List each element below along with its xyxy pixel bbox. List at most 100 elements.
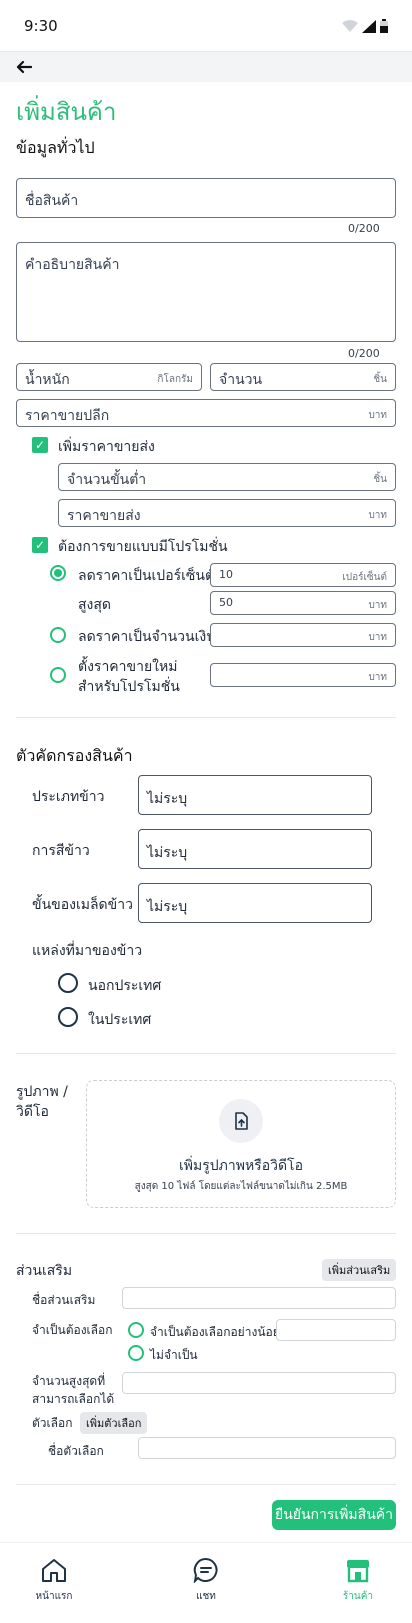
rice-type-select[interactable]: ไม่ระบุ (138, 775, 372, 815)
promo-amount-input[interactable]: บาท (210, 623, 396, 647)
page-title: เพิ่มสินค้า (16, 98, 117, 126)
status-time: 9:30 (24, 17, 58, 35)
shop-icon (347, 1560, 369, 1583)
addon-required-min-label: จำเป็นต้องเลือกอย่างน้อย (150, 1325, 280, 1339)
addon-required-label: จำเป็นต้องเลือก (32, 1323, 113, 1337)
promo-max-value: 50 (219, 596, 233, 609)
nav-home[interactable]: หน้าแรก (14, 1557, 94, 1604)
addon-required-min-input[interactable] (276, 1319, 396, 1341)
add-option-button[interactable]: เพิ่มตัวเลือก (80, 1412, 148, 1434)
promo-percent-input[interactable]: 10 เปอร์เซ็นต์ (210, 563, 396, 587)
battery-icon (380, 19, 388, 33)
quantity-unit: ชิ้น (373, 374, 387, 385)
grain-value: ไม่ระบุ (147, 899, 188, 915)
promo-newprice-radio[interactable] (50, 667, 66, 683)
addon-max-input[interactable] (122, 1372, 396, 1394)
status-bar: 9:30 (0, 0, 412, 52)
top-bar (0, 52, 412, 82)
weight-input[interactable]: น้ำหนัก กิโลกรัม (16, 363, 202, 391)
rice-type-label: ประเภทข้าว (32, 789, 105, 805)
back-arrow-icon[interactable] (16, 59, 32, 75)
chat-icon (193, 1557, 218, 1584)
min-quantity-unit: ชิ้น (373, 474, 387, 485)
status-icons (342, 19, 388, 33)
promo-newprice-unit: บาท (368, 672, 387, 683)
addon-max-label-line1: จำนวนสูงสุดที่ (32, 1374, 106, 1388)
section-divider (16, 1484, 396, 1485)
nav-home-label: หน้าแรก (35, 1591, 73, 1602)
promo-newprice-label-line1: ตั้งราคาขายใหม่ (78, 659, 178, 675)
milling-select[interactable]: ไม่ระบุ (138, 829, 372, 869)
section-divider (16, 1053, 396, 1054)
milling-value: ไม่ระบุ (147, 845, 188, 861)
product-description-input[interactable]: คำอธิบายสินค้า (16, 242, 396, 342)
promo-max-label: สูงสุด (78, 597, 112, 613)
general-section-title: ข้อมูลทั่วไป (16, 138, 95, 157)
quantity-input[interactable]: จำนวน ชิ้น (210, 363, 396, 391)
wholesale-checkbox[interactable]: ✓ (32, 437, 48, 453)
section-divider (16, 717, 396, 718)
promotion-checkbox[interactable]: ✓ (32, 537, 48, 553)
promo-percent-value: 10 (219, 568, 233, 581)
promo-max-input[interactable]: 50 บาท (210, 591, 396, 615)
home-icon (42, 1559, 66, 1582)
product-name-placeholder: ชื่อสินค้า (25, 193, 79, 209)
option-name-label: ชื่อตัวเลือก (48, 1444, 104, 1458)
promo-newprice-input[interactable]: บาท (210, 663, 396, 687)
origin-domestic-radio[interactable] (58, 1007, 78, 1027)
options-label: ตัวเลือก (32, 1416, 73, 1430)
quantity-placeholder: จำนวน (219, 372, 263, 388)
addon-optional-radio[interactable] (128, 1345, 144, 1361)
media-label-line1: รูปภาพ / (16, 1084, 68, 1100)
promo-percent-unit: เปอร์เซ็นต์ (342, 572, 387, 583)
wholesale-label: เพิ่มราคาขายส่ง (58, 439, 155, 455)
addon-required-min-radio[interactable] (128, 1322, 144, 1338)
origin-label: แหล่งที่มาของข้าว (32, 943, 143, 959)
retail-price-input[interactable]: ราคาขายปลีก บาท (16, 399, 396, 427)
upload-hint: สูงสุด 10 ไฟล์ โดยแต่ละไฟล์ขนาดไม่เกิน 2… (134, 1181, 348, 1192)
product-name-input[interactable]: ชื่อสินค้า (16, 178, 396, 218)
promo-amount-unit: บาท (368, 632, 387, 643)
addon-max-label-line2: สามารถเลือกได้ (32, 1392, 115, 1406)
wholesale-price-unit: บาท (368, 510, 387, 521)
addon-optional-label: ไม่จำเป็น (150, 1348, 198, 1362)
weight-placeholder: น้ำหนัก (25, 372, 70, 388)
upload-title: เพิ่มรูปภาพหรือวิดีโอ (178, 1158, 303, 1174)
signal-icon (362, 19, 376, 33)
wholesale-price-placeholder: ราคาขายส่ง (67, 508, 141, 524)
section-divider (16, 1233, 396, 1234)
nav-chat[interactable]: แชท (166, 1557, 246, 1604)
promo-amount-label: ลดราคาเป็นจำนวนเงิน (78, 629, 216, 645)
addon-name-label: ชื่อส่วนเสริม (32, 1293, 96, 1307)
option-name-input[interactable] (138, 1437, 396, 1459)
bottom-navigation: หน้าแรก แชท ร้านค้า (0, 1542, 412, 1623)
add-addon-button[interactable]: เพิ่มส่วนเสริม (322, 1259, 397, 1281)
wifi-icon (342, 19, 358, 32)
min-quantity-input[interactable]: จำนวนขั้นต่ำ ชิ้น (58, 463, 396, 491)
promo-amount-radio[interactable] (50, 627, 66, 643)
promo-max-unit: บาท (368, 600, 387, 611)
product-description-placeholder: คำอธิบายสินค้า (25, 257, 120, 273)
retail-price-placeholder: ราคาขายปลีก (25, 408, 110, 424)
promo-percent-label: ลดราคาเป็นเปอร์เซ็นต์ (78, 568, 215, 584)
rice-type-value: ไม่ระบุ (147, 791, 188, 807)
promotion-label: ต้องการขายแบบมีโปรโมชั่น (58, 539, 228, 555)
wholesale-price-input[interactable]: ราคาขายส่ง บาท (58, 499, 396, 527)
addon-name-input[interactable] (122, 1287, 396, 1309)
nav-shop[interactable]: ร้านค้า (318, 1557, 398, 1604)
origin-abroad-radio[interactable] (58, 973, 78, 993)
product-description-counter: 0/200 (348, 347, 380, 360)
grain-label: ขั้นของเมล็ดข้าว (32, 897, 133, 913)
confirm-add-product-button[interactable]: ยืนยันการเพิ่มสินค้า (272, 1500, 396, 1530)
nav-chat-label: แชท (196, 1591, 216, 1602)
addon-section-title: ส่วนเสริม (16, 1263, 73, 1279)
weight-unit: กิโลกรัม (157, 374, 193, 385)
retail-price-unit: บาท (368, 410, 387, 421)
min-quantity-placeholder: จำนวนขั้นต่ำ (67, 472, 147, 488)
upload-icon (219, 1099, 263, 1143)
grain-select[interactable]: ไม่ระบุ (138, 883, 372, 923)
media-upload-area[interactable]: เพิ่มรูปภาพหรือวิดีโอ สูงสุด 10 ไฟล์ โดย… (86, 1080, 396, 1208)
origin-domestic-label: ในประเทศ (88, 1012, 152, 1028)
promo-percent-radio[interactable] (50, 565, 66, 581)
nav-shop-label: ร้านค้า (342, 1591, 374, 1602)
